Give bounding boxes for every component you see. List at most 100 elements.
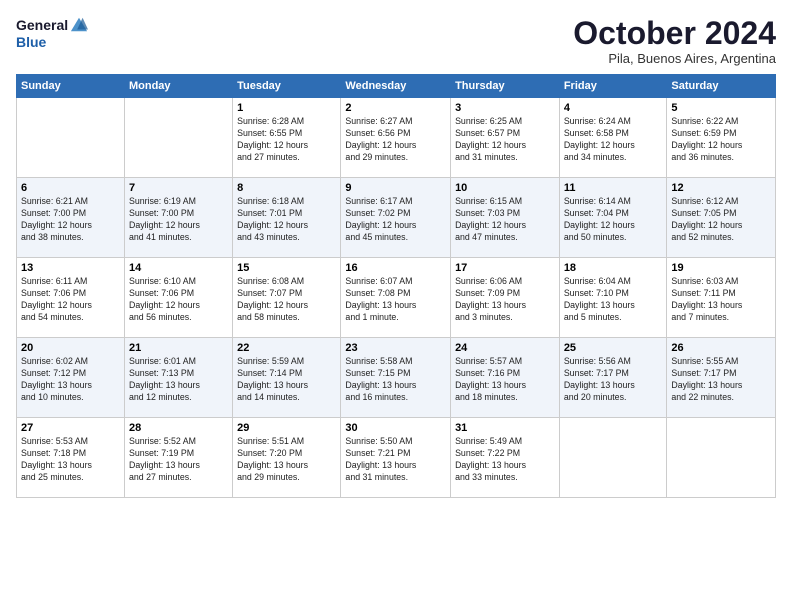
table-row: 27 Sunrise: 5:53 AM Sunset: 7:18 PM Dayli… <box>17 418 125 498</box>
day-number: 17 <box>455 262 555 274</box>
table-row: 13 Sunrise: 6:11 AM Sunset: 7:06 PM Dayli… <box>17 258 125 338</box>
table-row: 8Sunrise: 6:18 AM Sunset: 7:01 PM Daylig… <box>233 178 341 258</box>
day-info: Sunrise: 6:10 AM Sunset: 7:06 PM Dayligh… <box>129 276 228 324</box>
day-info: Sunrise: 6:25 AM Sunset: 6:57 PM Dayligh… <box>455 116 555 164</box>
day-info: Sunrise: 6:06 AM Sunset: 7:09 PM Dayligh… <box>455 276 555 324</box>
day-info: Sunrise: 6:18 AM Sunset: 7:01 PM Dayligh… <box>237 196 336 244</box>
table-row: 3 Sunrise: 6:25 AM Sunset: 6:57 PM Daylig… <box>451 98 560 178</box>
calendar-week-row: 1 Sunrise: 6:28 AM Sunset: 6:55 PM Daylig… <box>17 98 776 178</box>
calendar-week-row: 13 Sunrise: 6:11 AM Sunset: 7:06 PM Dayli… <box>17 258 776 338</box>
day-number: 28 <box>129 422 228 434</box>
title-block: October 2024 Pila, Buenos Aires, Argenti… <box>573 16 776 66</box>
table-row: 24Sunrise: 5:57 AM Sunset: 7:16 PM Dayli… <box>451 338 560 418</box>
day-number: 18 <box>564 262 663 274</box>
day-info: Sunrise: 6:19 AM Sunset: 7:00 PM Dayligh… <box>129 196 228 244</box>
table-row: 2 Sunrise: 6:27 AM Sunset: 6:56 PM Daylig… <box>341 98 451 178</box>
day-info: Sunrise: 6:11 AM Sunset: 7:06 PM Dayligh… <box>21 276 120 324</box>
day-number: 1 <box>237 102 336 114</box>
day-info: Sunrise: 5:57 AM Sunset: 7:16 PM Dayligh… <box>455 356 555 404</box>
day-number: 14 <box>129 262 228 274</box>
day-number: 25 <box>564 342 663 354</box>
table-row: 25 Sunrise: 5:56 AM Sunset: 7:17 PM Dayli… <box>559 338 667 418</box>
table-row: 12 Sunrise: 6:12 AM Sunset: 7:05 PM Dayli… <box>667 178 776 258</box>
table-row <box>124 98 232 178</box>
day-number: 15 <box>237 262 336 274</box>
day-number: 16 <box>345 262 446 274</box>
day-info: Sunrise: 5:50 AM Sunset: 7:21 PM Dayligh… <box>345 436 446 484</box>
day-number: 22 <box>237 342 336 354</box>
day-number: 3 <box>455 102 555 114</box>
day-info: Sunrise: 5:56 AM Sunset: 7:17 PM Dayligh… <box>564 356 663 404</box>
day-info: Sunrise: 5:51 AM Sunset: 7:20 PM Dayligh… <box>237 436 336 484</box>
day-info: Sunrise: 6:21 AM Sunset: 7:00 PM Dayligh… <box>21 196 120 244</box>
table-row: 17 Sunrise: 6:06 AM Sunset: 7:09 PM Dayli… <box>451 258 560 338</box>
table-row: 28 Sunrise: 5:52 AM Sunset: 7:19 PM Dayli… <box>124 418 232 498</box>
day-info: Sunrise: 5:52 AM Sunset: 7:19 PM Dayligh… <box>129 436 228 484</box>
day-info: Sunrise: 6:22 AM Sunset: 6:59 PM Dayligh… <box>671 116 771 164</box>
table-row: 7 Sunrise: 6:19 AM Sunset: 7:00 PM Daylig… <box>124 178 232 258</box>
day-info: Sunrise: 6:15 AM Sunset: 7:03 PM Dayligh… <box>455 196 555 244</box>
day-number: 20 <box>21 342 120 354</box>
table-row: 5 Sunrise: 6:22 AM Sunset: 6:59 PM Daylig… <box>667 98 776 178</box>
day-number: 23 <box>345 342 446 354</box>
month-title: October 2024 <box>573 16 776 51</box>
location-subtitle: Pila, Buenos Aires, Argentina <box>573 51 776 66</box>
day-number: 6 <box>21 182 120 194</box>
day-info: Sunrise: 6:24 AM Sunset: 6:58 PM Dayligh… <box>564 116 663 164</box>
header-wednesday: Wednesday <box>341 75 451 98</box>
day-number: 4 <box>564 102 663 114</box>
day-info: Sunrise: 5:58 AM Sunset: 7:15 PM Dayligh… <box>345 356 446 404</box>
day-info: Sunrise: 5:55 AM Sunset: 7:17 PM Dayligh… <box>671 356 771 404</box>
day-number: 30 <box>345 422 446 434</box>
logo-icon <box>70 16 88 34</box>
day-info: Sunrise: 5:59 AM Sunset: 7:14 PM Dayligh… <box>237 356 336 404</box>
logo-blue: Blue <box>16 34 46 50</box>
table-row: 22 Sunrise: 5:59 AM Sunset: 7:14 PM Dayli… <box>233 338 341 418</box>
table-row: 11Sunrise: 6:14 AM Sunset: 7:04 PM Dayli… <box>559 178 667 258</box>
table-row <box>667 418 776 498</box>
calendar-week-row: 20 Sunrise: 6:02 AM Sunset: 7:12 PM Dayli… <box>17 338 776 418</box>
table-row: 23 Sunrise: 5:58 AM Sunset: 7:15 PM Dayli… <box>341 338 451 418</box>
day-info: Sunrise: 6:07 AM Sunset: 7:08 PM Dayligh… <box>345 276 446 324</box>
table-row: 21Sunrise: 6:01 AM Sunset: 7:13 PM Dayli… <box>124 338 232 418</box>
table-row: 1 Sunrise: 6:28 AM Sunset: 6:55 PM Daylig… <box>233 98 341 178</box>
day-number: 9 <box>345 182 446 194</box>
day-number: 29 <box>237 422 336 434</box>
day-info: Sunrise: 6:28 AM Sunset: 6:55 PM Dayligh… <box>237 116 336 164</box>
table-row: 18Sunrise: 6:04 AM Sunset: 7:10 PM Dayli… <box>559 258 667 338</box>
table-row <box>559 418 667 498</box>
table-row: 6 Sunrise: 6:21 AM Sunset: 7:00 PM Daylig… <box>17 178 125 258</box>
table-row: 14 Sunrise: 6:10 AM Sunset: 7:06 PM Dayli… <box>124 258 232 338</box>
table-row: 20 Sunrise: 6:02 AM Sunset: 7:12 PM Dayli… <box>17 338 125 418</box>
day-number: 26 <box>671 342 771 354</box>
day-info: Sunrise: 6:27 AM Sunset: 6:56 PM Dayligh… <box>345 116 446 164</box>
day-info: Sunrise: 6:17 AM Sunset: 7:02 PM Dayligh… <box>345 196 446 244</box>
header-friday: Friday <box>559 75 667 98</box>
table-row: 10 Sunrise: 6:15 AM Sunset: 7:03 PM Dayli… <box>451 178 560 258</box>
day-info: Sunrise: 6:01 AM Sunset: 7:13 PM Dayligh… <box>129 356 228 404</box>
day-number: 19 <box>671 262 771 274</box>
day-number: 31 <box>455 422 555 434</box>
day-number: 2 <box>345 102 446 114</box>
day-info: Sunrise: 6:12 AM Sunset: 7:05 PM Dayligh… <box>671 196 771 244</box>
day-number: 5 <box>671 102 771 114</box>
day-info: Sunrise: 5:53 AM Sunset: 7:18 PM Dayligh… <box>21 436 120 484</box>
day-number: 12 <box>671 182 771 194</box>
table-row: 29 Sunrise: 5:51 AM Sunset: 7:20 PM Dayli… <box>233 418 341 498</box>
day-number: 13 <box>21 262 120 274</box>
table-row: 15Sunrise: 6:08 AM Sunset: 7:07 PM Dayli… <box>233 258 341 338</box>
calendar-week-row: 27 Sunrise: 5:53 AM Sunset: 7:18 PM Dayli… <box>17 418 776 498</box>
day-number: 27 <box>21 422 120 434</box>
day-number: 10 <box>455 182 555 194</box>
day-number: 7 <box>129 182 228 194</box>
table-row: 30 Sunrise: 5:50 AM Sunset: 7:21 PM Dayli… <box>341 418 451 498</box>
calendar-header-row: Sunday Monday Tuesday Wednesday Thursday… <box>17 75 776 98</box>
header-monday: Monday <box>124 75 232 98</box>
header: General Blue October 2024 Pila, Buenos A… <box>16 16 776 66</box>
header-tuesday: Tuesday <box>233 75 341 98</box>
table-row: 19Sunrise: 6:03 AM Sunset: 7:11 PM Dayli… <box>667 258 776 338</box>
table-row: 26 Sunrise: 5:55 AM Sunset: 7:17 PM Dayli… <box>667 338 776 418</box>
calendar-table: Sunday Monday Tuesday Wednesday Thursday… <box>16 74 776 498</box>
table-row <box>17 98 125 178</box>
day-info: Sunrise: 6:02 AM Sunset: 7:12 PM Dayligh… <box>21 356 120 404</box>
